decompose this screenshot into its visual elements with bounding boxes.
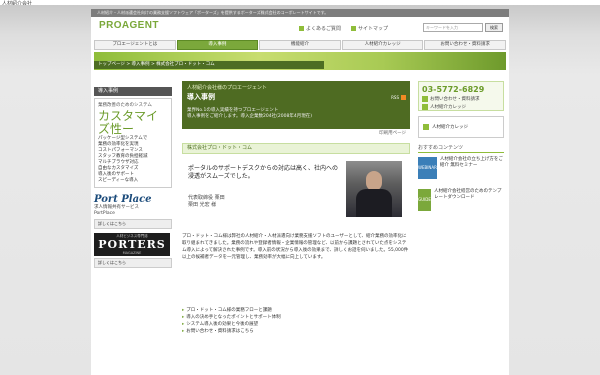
breadcrumb[interactable]: トップページ > 導入事例 > 株式会社プロ・ドット・コム bbox=[94, 61, 324, 69]
card-thumbnail: WEBINAR bbox=[418, 157, 437, 179]
hero-title: 導入事例 bbox=[187, 93, 215, 101]
left-sidebar: 導入事例 業務改善のためのシステム カスタマイズ性ー パッケージ型システムで 業… bbox=[94, 87, 172, 270]
sidebar-heading[interactable]: 導入事例 bbox=[94, 87, 172, 96]
nav-college[interactable]: 人材紹介カレッジ bbox=[341, 40, 424, 50]
sidebar-title: カスタマイズ性ー bbox=[98, 109, 159, 136]
book-icon bbox=[422, 104, 428, 110]
case-links: ▸ プロ・ドット・コム様の業務フローと課題 ▸ 導入の決め手となったポイントとサポー… bbox=[182, 307, 410, 335]
case-link-label: お問い合わせ・資料請求はこちら bbox=[186, 329, 254, 334]
college-link-label: 人材紹介カレッジ bbox=[430, 105, 466, 110]
sitemap-link[interactable]: サイトマップ bbox=[351, 25, 388, 32]
case-person: 代表取締役 栗田 栗田 光宏 様 bbox=[188, 195, 225, 209]
search-input[interactable]: キーワードを入力 bbox=[423, 23, 483, 32]
site-logo[interactable]: PROAGENT bbox=[99, 20, 159, 31]
contact-link[interactable]: お問い合わせ・資料請求 bbox=[422, 96, 500, 102]
nav-cases[interactable]: 導入事例 bbox=[176, 40, 259, 50]
arrow-icon: ▸ bbox=[182, 308, 185, 313]
case-link[interactable]: ▸ システム導入後の効果と今後の展望 bbox=[182, 321, 410, 328]
porters-title: PORTERS bbox=[98, 238, 166, 251]
case-heading: 株式会社プロ・ドット・コム bbox=[182, 143, 410, 154]
page-container: 人材紹介・人材派遣会社向けの業務支援ソフトウェア「ポーターズ」を提供するポーター… bbox=[91, 9, 509, 375]
college-link[interactable]: 人材紹介カレッジ bbox=[422, 104, 500, 110]
case-link-label: システム導入後の効果と今後の展望 bbox=[186, 322, 259, 327]
arrow-icon: ▸ bbox=[182, 315, 185, 320]
global-nav: プロエージェントとは 導入事例 機能紹介 人材紹介カレッジ お問い合わせ・資料請… bbox=[94, 40, 506, 50]
sidebar-list-item: スピーディーな導入 bbox=[98, 178, 139, 183]
case-intro: ポータルのサポートデスクからの対応は高く、社内への浸透がスムーズでした。 代表取… bbox=[182, 157, 410, 227]
sidebar-list: パッケージ型システムで 業務の効率化を実現 コストパフォーマンス スタッフ教育の… bbox=[98, 136, 168, 184]
card-text: 人材紹介会社経営のためのテンプレートダウンロード bbox=[433, 189, 502, 200]
person-photo bbox=[346, 161, 402, 217]
porters-magazine-banner[interactable]: 人材ビジネス専門誌 PORTERS MAGAZINE bbox=[94, 233, 170, 256]
college-banner-label: 人材紹介カレッジ bbox=[432, 125, 468, 130]
porters-sub: MAGAZINE bbox=[122, 251, 142, 255]
recommend-heading: おすすめコンテンツ bbox=[418, 144, 504, 153]
case-body: プロ・ドット・コム様は弊社の人材紹介・人材派遣向け業務支援ソフトのユーザーとして… bbox=[182, 234, 409, 260]
sitemap-icon bbox=[351, 26, 357, 31]
phone-number: 03-5772-6829 bbox=[422, 85, 485, 94]
header-links: よくあるご質問 サイトマップ bbox=[299, 25, 388, 32]
recommend-card[interactable]: GUIDE 人材紹介会社経営のためのテンプレートダウンロード bbox=[418, 189, 504, 217]
college-icon bbox=[423, 124, 429, 130]
print-link[interactable]: 印刷用ページ bbox=[182, 129, 410, 139]
mail-icon bbox=[422, 96, 428, 102]
right-sidebar: 03-5772-6829 お問い合わせ・資料請求 人材紹介カレッジ 人材紹介カレ… bbox=[418, 81, 504, 217]
announcement-bar: 人材紹介・人材派遣会社向けの業務支援ソフトウェア「ポーターズ」を提供するポーター… bbox=[91, 9, 509, 17]
hero-box: 人材紹介会社様のプロエージェント 導入事例 業界No.1の導入実績を持つプロエー… bbox=[182, 81, 410, 129]
card-text: 人材紹介会社の立ち上げ方をご紹介 無料セミナー bbox=[439, 157, 503, 168]
search-button[interactable]: 検索 bbox=[485, 23, 503, 32]
contact-link-label: お問い合わせ・資料請求 bbox=[430, 97, 480, 102]
case-person-line: 代表取締役 栗田 bbox=[188, 195, 225, 201]
case-link-label: プロ・ドット・コム様の業務フローと課題 bbox=[186, 308, 272, 313]
nav-features[interactable]: 機能紹介 bbox=[259, 40, 341, 50]
rss-icon bbox=[401, 95, 406, 100]
sidebar-small-text: 業務改善のためのシステム bbox=[98, 103, 152, 108]
porters-link[interactable]: 詳しくはこちら bbox=[94, 258, 172, 268]
portplace-link[interactable]: 詳しくはこちら bbox=[94, 219, 172, 229]
nav-about[interactable]: プロエージェントとは bbox=[94, 40, 176, 50]
case-person-line: 栗田 光宏 様 bbox=[188, 202, 217, 208]
phone-box: 03-5772-6829 お問い合わせ・資料請求 人材紹介カレッジ bbox=[418, 81, 504, 111]
hero-desc: 業界No.1の導入実績を持つプロエージェント 導入事例をご紹介します。導入企業数… bbox=[187, 108, 405, 120]
case-link[interactable]: ▸ 導入の決め手となったポイントとサポート体制 bbox=[182, 314, 410, 321]
portplace-sub: 求人情報共有サービス PortPlace bbox=[94, 205, 172, 217]
recommend-card[interactable]: WEBINAR 人材紹介会社の立ち上げ方をご紹介 無料セミナー bbox=[418, 157, 504, 185]
hero-desc-line: 導入事例をご紹介します。導入企業数204社(2008年4月現在) bbox=[187, 114, 312, 119]
portplace-logo[interactable]: Port Place bbox=[94, 194, 172, 205]
nav-contact[interactable]: お問い合わせ・資料請求 bbox=[424, 40, 506, 50]
rss-link[interactable]: RSS bbox=[391, 95, 406, 100]
faq-icon bbox=[299, 26, 304, 31]
college-banner[interactable]: 人材紹介カレッジ bbox=[418, 116, 504, 138]
case-quote: ポータルのサポートデスクからの対応は高く、社内への浸透がスムーズでした。 bbox=[188, 165, 339, 180]
rss-label: RSS bbox=[391, 95, 399, 100]
photo-suit bbox=[356, 189, 392, 217]
photo-face bbox=[366, 171, 382, 191]
card-thumbnail: GUIDE bbox=[418, 189, 431, 211]
arrow-icon: ▸ bbox=[182, 329, 185, 334]
sidebar-feature-box[interactable]: 業務改善のためのシステム カスタマイズ性ー パッケージ型システムで 業務の効率化… bbox=[94, 98, 172, 188]
case-link[interactable]: ▸ プロ・ドット・コム様の業務フローと課題 bbox=[182, 307, 410, 314]
main-content: 人材紹介会社様のプロエージェント 導入事例 業界No.1の導入実績を持つプロエー… bbox=[182, 81, 410, 335]
case-link-label: 導入の決め手となったポイントとサポート体制 bbox=[186, 315, 281, 320]
portplace-sub-line: PortPlace bbox=[94, 211, 115, 216]
hero-kicker: 人材紹介会社様のプロエージェント bbox=[187, 85, 267, 91]
arrow-icon: ▸ bbox=[182, 322, 185, 327]
faq-link[interactable]: よくあるご質問 bbox=[299, 25, 341, 32]
case-link[interactable]: ▸ お問い合わせ・資料請求はこちら bbox=[182, 328, 410, 335]
